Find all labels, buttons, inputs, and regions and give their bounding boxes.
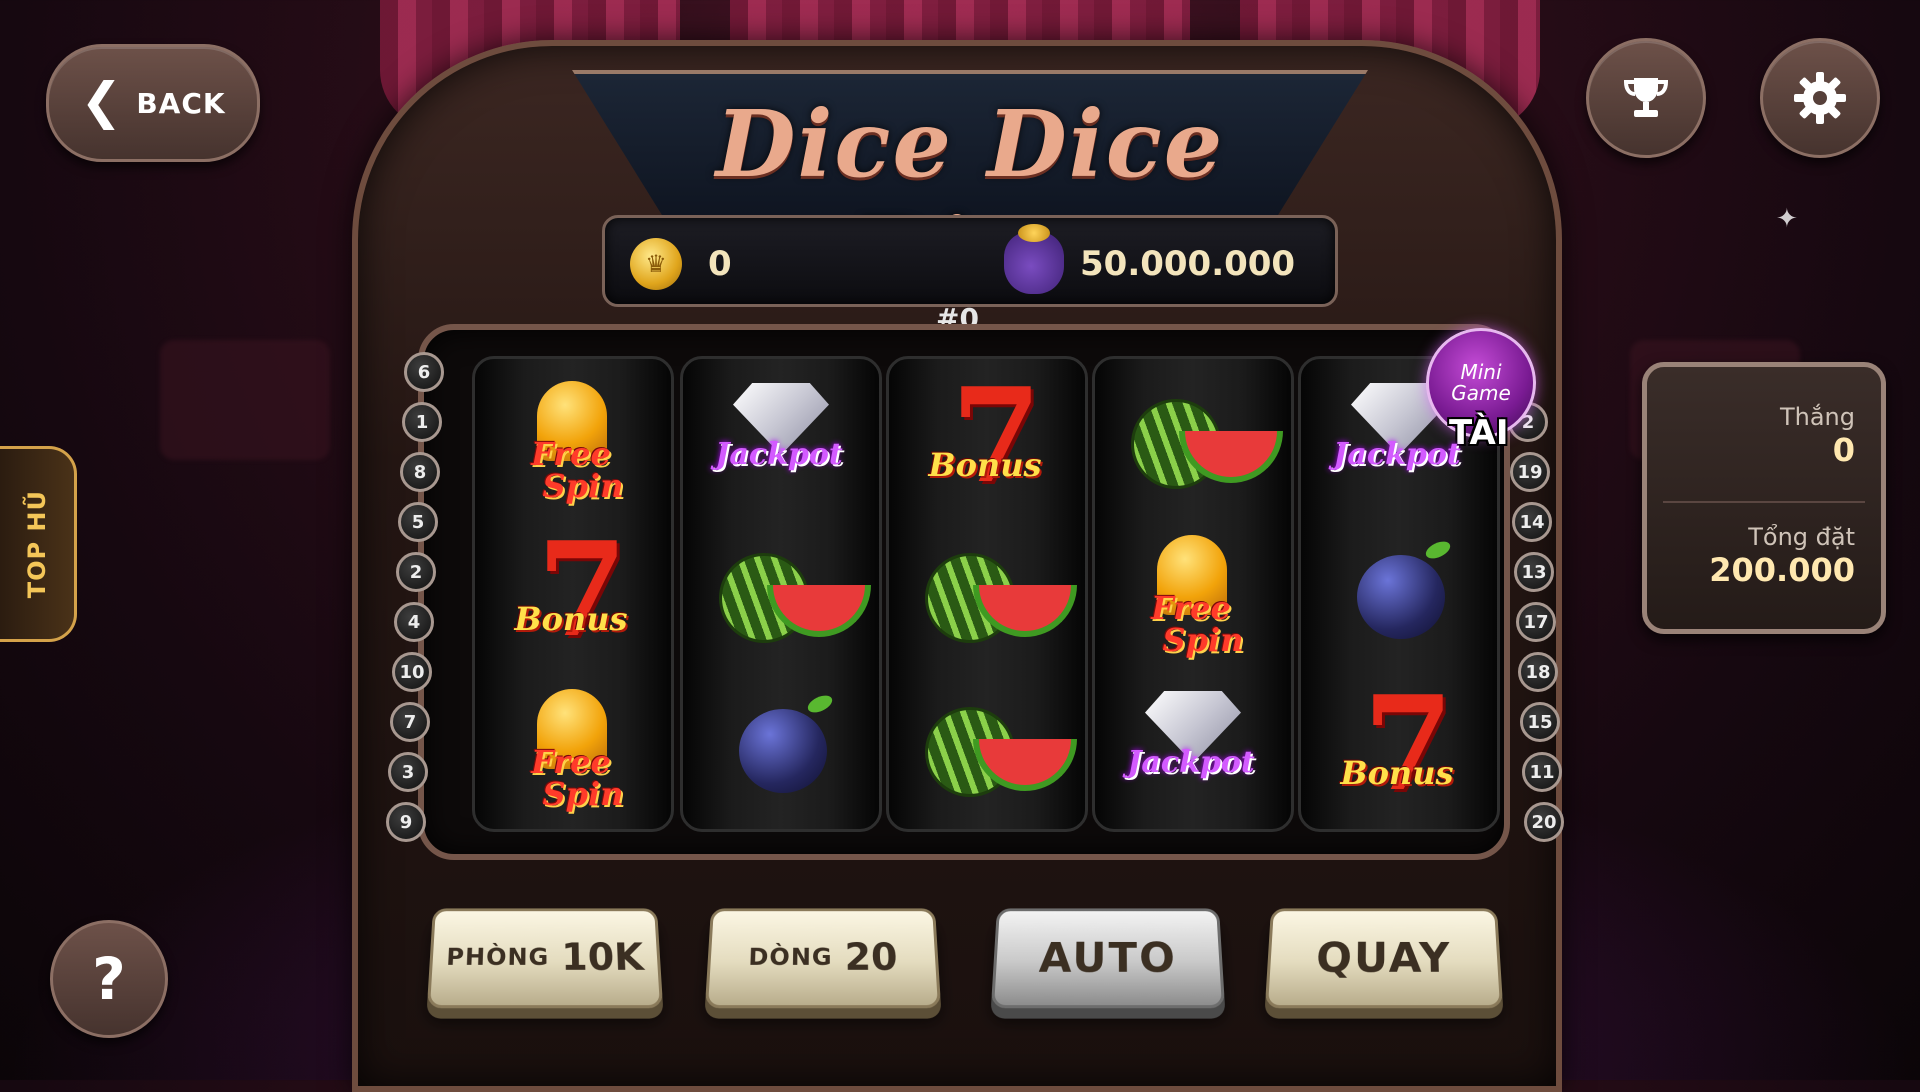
- auto-label: AUTO: [1038, 933, 1178, 982]
- symbol-label: Bonus: [1340, 754, 1454, 792]
- symbol-label: Spin: [1162, 621, 1244, 659]
- spin-label: QUAY: [1315, 933, 1453, 982]
- symbol-label: Spin: [542, 775, 624, 813]
- symbol-text: Jackpot: [1127, 748, 1255, 778]
- plum-symbol: [689, 683, 869, 833]
- reel-1: Free Spin 7 Bonus Free Spin: [472, 356, 674, 832]
- total-bet-value: 200.000: [1709, 551, 1855, 589]
- payline-left-indicator: 7: [390, 702, 430, 742]
- room-label: PHÒNG: [445, 943, 550, 971]
- gear-icon: [1794, 72, 1846, 124]
- payline-right-indicator: 19: [1510, 452, 1550, 492]
- settings-button[interactable]: [1760, 38, 1880, 158]
- lines-value: 20: [844, 935, 899, 979]
- freespin-symbol: Free Spin: [481, 375, 661, 525]
- reel-2: Jackpot: [680, 356, 882, 832]
- symbol-label: Free: [1151, 589, 1231, 627]
- payline-left-indicator: 6: [404, 352, 444, 392]
- payline-right-indicator: 11: [1522, 752, 1562, 792]
- symbol-text: Free Spin: [519, 743, 624, 813]
- mini-game-label-2: Game: [1451, 381, 1511, 405]
- symbol-text: Jackpot: [715, 440, 843, 470]
- chevron-left-icon: ❮: [80, 72, 123, 130]
- symbol-label: Jackpot: [1333, 437, 1461, 472]
- plum-symbol: [1307, 529, 1487, 679]
- payline-left-indicator: 1: [402, 402, 442, 442]
- plum-icon: [1357, 555, 1445, 639]
- top-hu-tab[interactable]: TOP HŨ: [0, 446, 77, 642]
- panel-divider: [1663, 501, 1865, 503]
- payline-left-indicator: 3: [388, 752, 428, 792]
- watermelon-symbol: [895, 529, 1077, 679]
- question-icon: ?: [92, 945, 126, 1013]
- symbol-label: Free: [531, 435, 611, 473]
- back-label: BACK: [136, 86, 226, 120]
- payline-left-indicator: 10: [392, 652, 432, 692]
- payline-right-indicator: 14: [1512, 502, 1552, 542]
- mini-game-label-1: Mini: [1460, 360, 1502, 384]
- symbol-text: Bonus: [515, 603, 628, 635]
- payline-right-indicator: 18: [1518, 652, 1558, 692]
- freespin-symbol: Free Spin: [1101, 529, 1281, 679]
- win-bet-panel: Thắng 0 Tổng đặt 200.000: [1642, 362, 1886, 634]
- plum-icon: [739, 709, 827, 793]
- coin-balance: 0: [708, 244, 732, 284]
- lines-button[interactable]: DÒNG 20: [704, 908, 942, 1009]
- win-label: Thắng: [1779, 403, 1855, 431]
- lines-label: DÒNG: [747, 943, 833, 971]
- symbol-label: Spin: [542, 467, 624, 505]
- payline-right-indicator: 17: [1516, 602, 1556, 642]
- symbol-label: Bonus: [514, 600, 628, 638]
- auto-button[interactable]: AUTO: [990, 908, 1226, 1009]
- jackpot-symbol: Jackpot: [1101, 683, 1281, 833]
- room-button[interactable]: PHÒNG 10K: [426, 908, 664, 1009]
- symbol-label: Jackpot: [715, 437, 843, 472]
- mini-game-button[interactable]: Mini Game TÀI: [1426, 328, 1536, 453]
- symbol-text: Bonus: [1341, 757, 1454, 789]
- watermelon-symbol: [895, 683, 1077, 833]
- symbol-label: Free: [531, 743, 611, 781]
- symbol-label: Jackpot: [1127, 745, 1255, 780]
- watermelon-symbol: [689, 529, 871, 679]
- bonus-symbol: 7 Bonus: [481, 525, 661, 679]
- symbol-text: Jackpot: [1333, 440, 1461, 470]
- leaf-icon: [805, 692, 835, 716]
- payline-right-indicator: 13: [1514, 552, 1554, 592]
- top-hu-label: TOP HŨ: [23, 489, 51, 599]
- payline-right-indicator: 20: [1524, 802, 1564, 842]
- payline-left-indicator: 8: [400, 452, 440, 492]
- coin-icon: ♛: [630, 238, 682, 290]
- money-bag-icon: [1004, 224, 1064, 294]
- payline-left-indicator: 2: [396, 552, 436, 592]
- bonus-symbol: 7 Bonus: [895, 371, 1075, 525]
- watermelon-symbol: [1101, 375, 1283, 525]
- help-button[interactable]: ?: [50, 920, 168, 1038]
- symbol-text: Free Spin: [519, 435, 624, 505]
- jackpot-value: 50.000.000: [1080, 244, 1296, 284]
- payline-right-indicator: 15: [1520, 702, 1560, 742]
- trophy-button[interactable]: [1586, 38, 1706, 158]
- win-value: 0: [1832, 431, 1855, 469]
- symbol-text: Free Spin: [1139, 589, 1244, 659]
- bonus-symbol: 7 Bonus: [1307, 679, 1487, 833]
- symbol-label: Bonus: [928, 446, 1042, 484]
- room-value: 10K: [561, 935, 645, 979]
- reel-4: Free Spin Jackpot: [1092, 356, 1294, 832]
- payline-left-indicator: 5: [398, 502, 438, 542]
- jackpot-symbol: Jackpot: [689, 375, 869, 525]
- background-seat: [160, 340, 330, 460]
- total-bet-label: Tổng đặt: [1748, 523, 1855, 551]
- spin-button[interactable]: QUAY: [1264, 908, 1504, 1009]
- sparkle-icon: ✦: [1776, 204, 1798, 234]
- symbol-text: Bonus: [929, 449, 1042, 481]
- trophy-icon: [1623, 78, 1669, 117]
- leaf-icon: [1423, 538, 1453, 562]
- payline-left-indicator: 4: [394, 602, 434, 642]
- freespin-symbol: Free Spin: [481, 683, 661, 833]
- reel-3: 7 Bonus: [886, 356, 1088, 832]
- payline-left-indicator: 9: [386, 802, 426, 842]
- back-button[interactable]: ❮ BACK: [46, 44, 260, 162]
